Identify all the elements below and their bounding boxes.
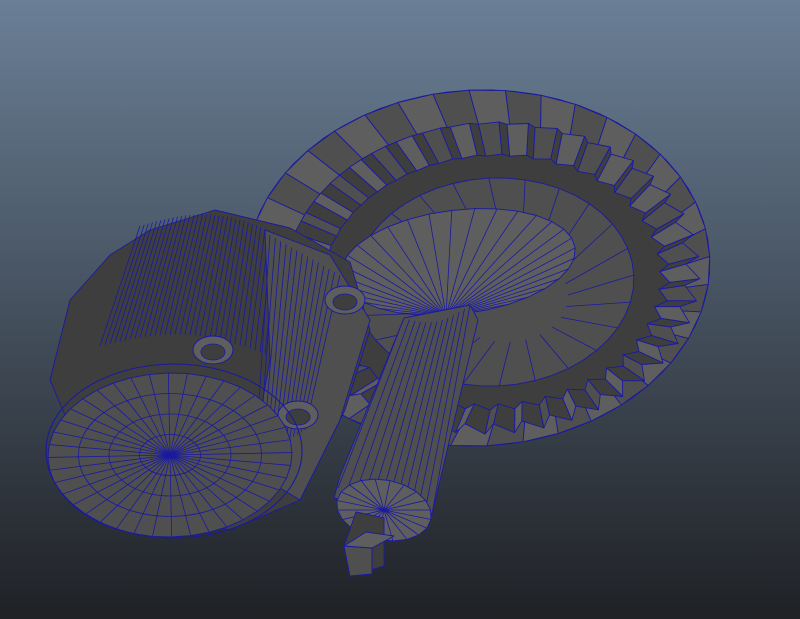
3d-viewport[interactable]	[0, 0, 800, 619]
housing-bolt-bore	[285, 408, 311, 426]
housing-bolt-bore	[200, 343, 226, 361]
scene-canvas[interactable]	[0, 0, 800, 619]
housing-bolt-bore	[332, 293, 358, 311]
gear-rim-facet	[505, 90, 542, 129]
gear-tooth	[506, 123, 529, 157]
